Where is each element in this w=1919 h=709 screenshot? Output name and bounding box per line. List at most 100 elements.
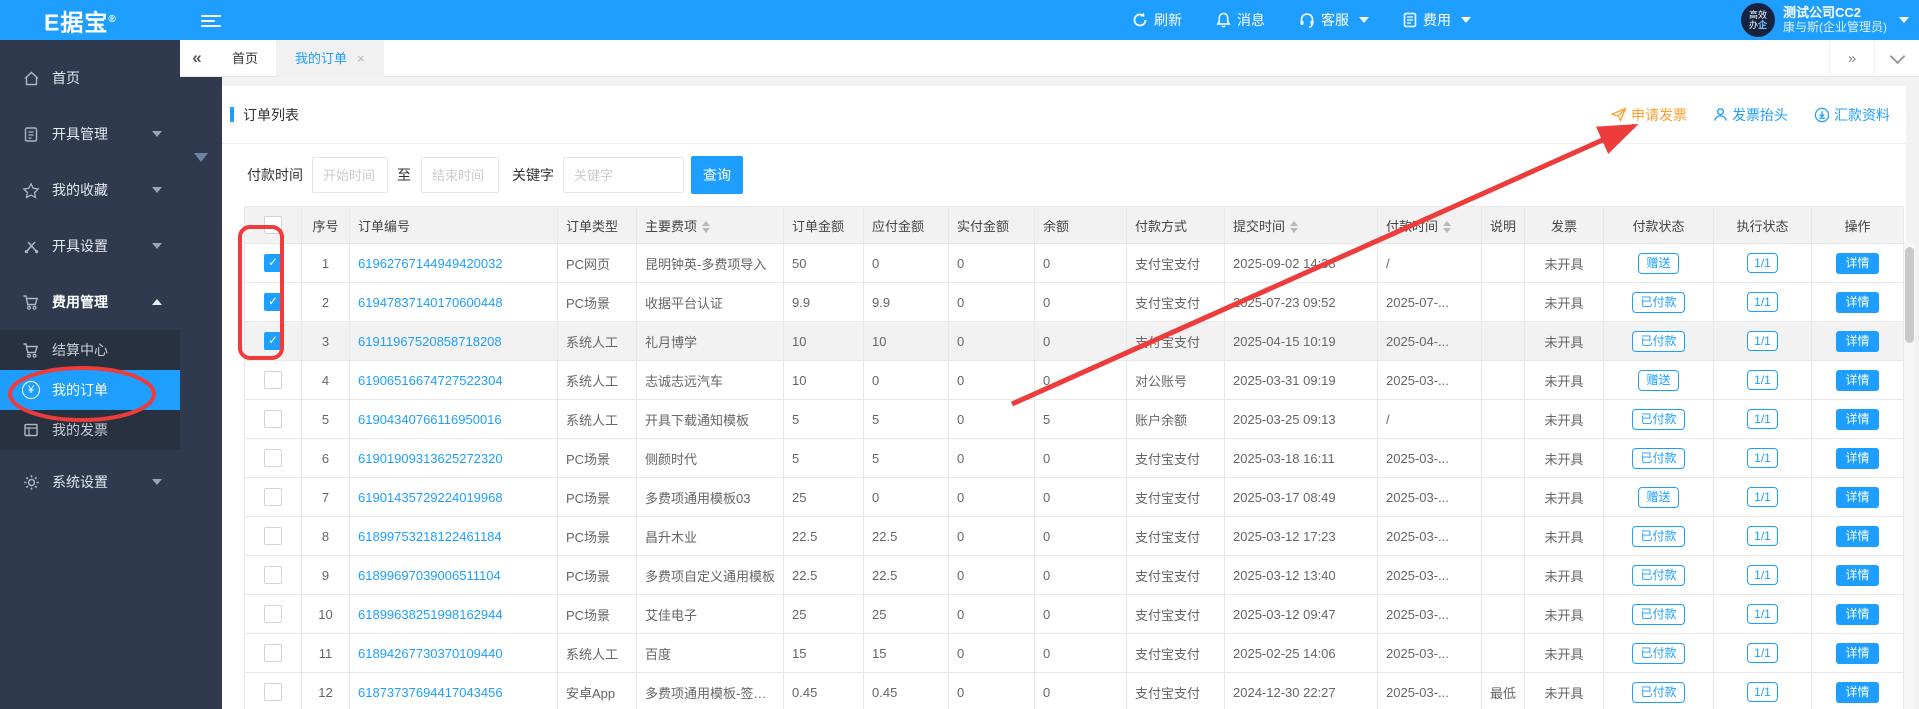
gutter-down-triangle-icon[interactable]: [194, 153, 208, 162]
search-button[interactable]: 查询: [691, 156, 743, 194]
order-amount-cell: 9.9: [783, 282, 864, 322]
paid-amount-cell: 0: [948, 594, 1035, 634]
user-account-menu[interactable]: 高效 办企 测试公司CC2 康与斯(企业管理员): [1741, 0, 1909, 40]
row-checkbox[interactable]: [264, 605, 282, 623]
payable-amount-cell: 5: [863, 399, 949, 439]
detail-button[interactable]: 详情: [1836, 369, 1879, 391]
note-cell: [1481, 555, 1525, 595]
detail-button[interactable]: 详情: [1836, 252, 1879, 274]
tab-home[interactable]: 首页: [214, 39, 278, 77]
sidebar-item-system-settings[interactable]: 系统设置: [0, 454, 180, 510]
order-number-link[interactable]: 61899638251998162944: [358, 607, 503, 622]
refresh-button[interactable]: 刷新: [1132, 10, 1182, 30]
table-row: 5 61904340766116950016 系统人工 开具下载通知模板 5 5 0 5 账户余…: [244, 399, 1904, 439]
order-no-cell: 61901909313625272320: [349, 438, 558, 478]
row-checkbox[interactable]: ✓: [264, 293, 282, 311]
detail-button[interactable]: 详情: [1836, 291, 1879, 313]
order-number-link[interactable]: 61904340766116950016: [358, 412, 502, 427]
row-checkbox[interactable]: ✓: [264, 332, 282, 350]
action-cell: 详情: [1811, 399, 1904, 439]
sidebar-item-fee-management[interactable]: 费用管理: [0, 274, 180, 330]
order-number-link[interactable]: 61899753218122461184: [358, 529, 502, 544]
sort-icon[interactable]: [1290, 221, 1299, 234]
pay-status-badge: 已付款: [1632, 408, 1685, 430]
sidebar-collapse-icon[interactable]: [201, 12, 221, 28]
order-number-link[interactable]: 61873737694417043456: [358, 685, 503, 700]
detail-button[interactable]: 详情: [1836, 408, 1879, 430]
pay-status-badge: 已付款: [1632, 447, 1685, 469]
order-number-link[interactable]: 61906516674727522304: [358, 373, 503, 388]
sidebar-item-settlement-center[interactable]: 结算中心: [0, 330, 180, 370]
tabs-scroll-right-icon[interactable]: »: [1829, 39, 1874, 77]
pay-status-badge: 赠送: [1638, 486, 1679, 508]
paid-amount-cell: 0: [948, 360, 1035, 400]
tabs-menu-icon[interactable]: [1874, 39, 1919, 77]
scrollbar-thumb[interactable]: [1905, 247, 1914, 343]
keyword-input[interactable]: [563, 157, 684, 193]
customer-service-menu[interactable]: 客服: [1299, 10, 1369, 30]
chevron-down-icon: [152, 187, 162, 193]
start-time-input[interactable]: [312, 157, 388, 193]
chevron-up-icon: [152, 299, 162, 305]
select-all-header[interactable]: [244, 206, 302, 244]
detail-button[interactable]: 详情: [1836, 564, 1879, 586]
apply-invoice-link[interactable]: 申请发票: [1611, 105, 1687, 125]
row-checkbox[interactable]: [264, 410, 282, 428]
note-cell: [1481, 321, 1525, 361]
row-checkbox[interactable]: ✓: [264, 254, 282, 272]
sort-icon[interactable]: [702, 221, 711, 234]
pay-status-badge: 已付款: [1632, 330, 1685, 352]
sidebar-item-home[interactable]: 首页: [0, 50, 180, 106]
paid-amount-cell: 0: [948, 321, 1035, 361]
column-header-4[interactable]: 主要费项: [636, 206, 784, 244]
detail-button[interactable]: 详情: [1836, 603, 1879, 625]
detail-button[interactable]: 详情: [1836, 525, 1879, 547]
sort-icon[interactable]: [1443, 221, 1452, 234]
row-checkbox[interactable]: [264, 488, 282, 506]
order-number-link[interactable]: 61901909313625272320: [358, 451, 503, 466]
row-checkbox[interactable]: [264, 371, 282, 389]
order-number-link[interactable]: 61947837140170600448: [358, 295, 503, 310]
vertical-scrollbar[interactable]: [1904, 242, 1915, 709]
sidebar-item-issue-management[interactable]: 开具管理: [0, 106, 180, 162]
sidebar-item-my-orders[interactable]: ¥ 我的订单: [0, 370, 180, 410]
detail-button[interactable]: 详情: [1836, 330, 1879, 352]
order-number-link[interactable]: 61911967520858718208: [358, 334, 502, 349]
messages-button[interactable]: 消息: [1216, 10, 1265, 30]
tabs-scroll-left-icon[interactable]: «: [180, 48, 214, 68]
sidebar-item-my-invoices[interactable]: 我的发票: [0, 410, 180, 450]
sidebar-item-favorites[interactable]: 我的收藏: [0, 162, 180, 218]
row-checkbox[interactable]: [264, 566, 282, 584]
order-no-cell: 61911967520858718208: [349, 321, 558, 361]
fees-menu[interactable]: 费用: [1403, 10, 1471, 30]
invoice-title-link[interactable]: 发票抬头: [1713, 105, 1788, 125]
detail-button[interactable]: 详情: [1836, 447, 1879, 469]
order-number-link[interactable]: 61894267730370109440: [358, 646, 503, 661]
detail-button[interactable]: 详情: [1836, 681, 1879, 703]
star-icon: [22, 181, 40, 199]
column-header-10[interactable]: 提交时间: [1224, 206, 1378, 244]
note-cell: 最低: [1481, 672, 1525, 709]
close-icon[interactable]: ×: [357, 51, 365, 66]
row-checkbox[interactable]: [264, 527, 282, 545]
yen-circle-icon: ¥: [22, 381, 40, 399]
tab-my-orders[interactable]: 我的订单 ×: [277, 39, 384, 77]
exec-status-badge: 1/1: [1747, 448, 1778, 468]
title-accent-bar: [230, 107, 234, 122]
row-checkbox[interactable]: [264, 683, 282, 701]
action-cell: 详情: [1811, 594, 1904, 634]
order-number-link[interactable]: 61962767144949420032: [358, 256, 503, 271]
column-header-11[interactable]: 付款时间: [1377, 206, 1482, 244]
row-checkbox[interactable]: [264, 449, 282, 467]
detail-button[interactable]: 详情: [1836, 642, 1879, 664]
remittance-info-link[interactable]: 汇款资料: [1814, 105, 1890, 125]
end-time-input[interactable]: [421, 157, 499, 193]
sidebar-item-issue-settings[interactable]: 开具设置: [0, 218, 180, 274]
exec-status-badge: 1/1: [1747, 331, 1778, 351]
select-all-checkbox[interactable]: [264, 216, 282, 234]
order-number-link[interactable]: 61899697039006511104: [358, 568, 501, 583]
row-checkbox[interactable]: [264, 644, 282, 662]
order-number-link[interactable]: 61901435729224019968: [358, 490, 503, 505]
detail-button[interactable]: 详情: [1836, 486, 1879, 508]
payable-amount-cell: 5: [863, 438, 949, 478]
